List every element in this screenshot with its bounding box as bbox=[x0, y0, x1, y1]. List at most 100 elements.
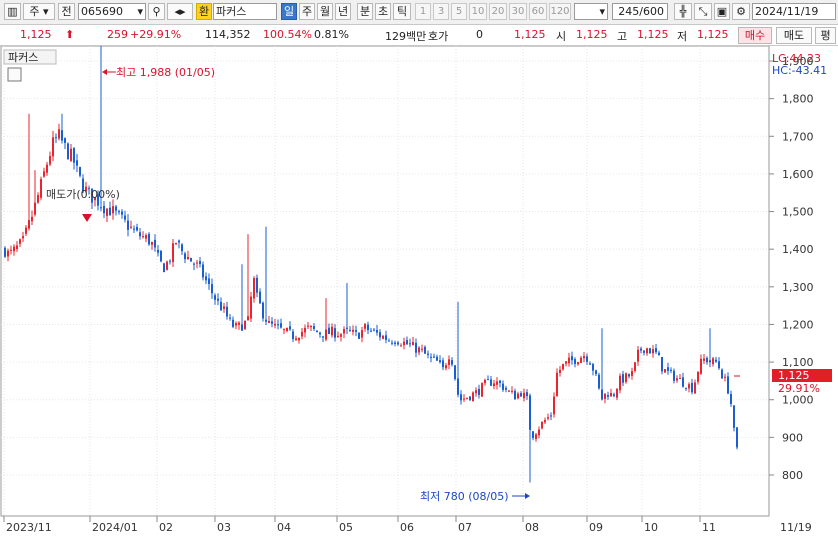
minute-120[interactable]: 120 bbox=[549, 3, 571, 20]
y-tick-label: 1,500 bbox=[782, 206, 814, 219]
candle-body bbox=[559, 369, 561, 373]
chart-title: 파커스 bbox=[8, 51, 38, 64]
candle-body bbox=[547, 417, 549, 419]
candle-body bbox=[187, 256, 189, 260]
candle-body bbox=[277, 324, 279, 326]
candle-body bbox=[25, 227, 27, 234]
search-icon[interactable]: ⚲ bbox=[148, 3, 165, 20]
candle-body bbox=[109, 207, 111, 216]
candle-body bbox=[367, 324, 369, 331]
candle-body bbox=[163, 263, 165, 273]
candle-body bbox=[292, 331, 294, 340]
crosshair-icon[interactable]: ⤡ bbox=[694, 3, 712, 20]
stock-name-field[interactable]: 파커스 bbox=[213, 3, 277, 20]
candle-body bbox=[508, 390, 510, 392]
candle-body bbox=[568, 357, 570, 364]
candle-body bbox=[328, 327, 330, 335]
period-day[interactable]: 일 bbox=[281, 3, 297, 20]
candle-body bbox=[298, 337, 300, 341]
candle-body bbox=[721, 369, 723, 379]
chart-background bbox=[0, 46, 838, 539]
candle-body bbox=[52, 137, 54, 157]
minute-5[interactable]: 5 bbox=[451, 3, 467, 20]
candle-body bbox=[511, 390, 513, 392]
candle-body bbox=[595, 370, 597, 374]
x-tick-label: 04 bbox=[277, 521, 291, 534]
candle-body bbox=[73, 148, 75, 163]
minute-20[interactable]: 20 bbox=[489, 3, 507, 20]
period-tick[interactable]: 틱 bbox=[393, 3, 411, 20]
candle-body bbox=[649, 348, 651, 354]
x-tick-label: 05 bbox=[339, 521, 353, 534]
layout-icon[interactable]: ▥ bbox=[4, 3, 21, 20]
candle-body bbox=[385, 335, 387, 340]
candle-body bbox=[121, 211, 123, 215]
candle-body bbox=[49, 156, 51, 165]
candle-body bbox=[706, 358, 708, 363]
minute-60[interactable]: 60 bbox=[529, 3, 547, 20]
candle-body bbox=[283, 329, 285, 331]
candle-body bbox=[406, 340, 408, 345]
candle-body bbox=[370, 330, 372, 332]
candle-body bbox=[619, 375, 621, 391]
candle-body bbox=[253, 278, 255, 299]
candle-body bbox=[463, 398, 465, 400]
candle-body bbox=[592, 363, 594, 371]
candle-type-icon[interactable]: ╬ bbox=[674, 3, 692, 20]
minute-3[interactable]: 3 bbox=[433, 3, 449, 20]
candle-body bbox=[214, 295, 216, 300]
trade-amount: 129백만 bbox=[385, 30, 427, 43]
candle-body bbox=[487, 379, 489, 381]
buy-button[interactable]: 매수 bbox=[738, 27, 772, 44]
eval-button[interactable]: 평 bbox=[815, 27, 836, 44]
candle-body bbox=[100, 207, 102, 209]
candle-body bbox=[124, 215, 126, 220]
sell-button[interactable]: 매도 bbox=[776, 27, 812, 44]
candle-body bbox=[7, 250, 9, 257]
period-month[interactable]: 월 bbox=[317, 3, 333, 20]
date-field[interactable]: 2024/11/19 bbox=[752, 3, 836, 20]
x-tick-label: 11/19 bbox=[780, 521, 812, 534]
candle-body bbox=[673, 370, 675, 381]
candle-body bbox=[520, 393, 522, 397]
period-year[interactable]: 년 bbox=[335, 3, 351, 20]
prev-button[interactable]: 전 bbox=[58, 3, 75, 20]
candle-body bbox=[265, 319, 267, 322]
candle-body bbox=[553, 396, 555, 415]
exchange-badge[interactable]: 환 bbox=[196, 3, 212, 20]
candle-body bbox=[631, 371, 633, 376]
save-icon[interactable]: ▣ bbox=[714, 3, 730, 20]
x-tick-label: 06 bbox=[400, 521, 414, 534]
period-week[interactable]: 주 bbox=[299, 3, 315, 20]
minute-1[interactable]: 1 bbox=[415, 3, 431, 20]
indicator-toggle-icon[interactable] bbox=[7, 67, 22, 82]
candle-body bbox=[334, 328, 336, 338]
candle-body bbox=[430, 356, 432, 358]
minute-10[interactable]: 10 bbox=[469, 3, 487, 20]
y-tick-label: 1,400 bbox=[782, 243, 814, 256]
candle-body bbox=[307, 325, 309, 327]
minute-30[interactable]: 30 bbox=[509, 3, 527, 20]
candle-body bbox=[271, 321, 273, 324]
period-second[interactable]: 초 bbox=[375, 3, 391, 20]
candle-body bbox=[64, 138, 66, 143]
candle-body bbox=[259, 291, 261, 304]
candle-body bbox=[718, 361, 720, 369]
candle-body bbox=[169, 260, 171, 262]
candle-body bbox=[535, 434, 537, 440]
period-minute[interactable]: 분 bbox=[357, 3, 373, 20]
minute-custom-select[interactable]: ▾ bbox=[574, 3, 608, 20]
code-input[interactable]: 065690 ▾ bbox=[78, 3, 146, 20]
gear-icon[interactable]: ⚙ bbox=[732, 3, 750, 20]
candle-body bbox=[670, 369, 672, 371]
market-select[interactable]: 주 ▾ bbox=[23, 3, 55, 20]
count-field[interactable]: 245/600 bbox=[612, 3, 668, 20]
sound-icon[interactable]: ◂▸ bbox=[167, 3, 193, 20]
candle-body bbox=[574, 359, 576, 364]
y-tick-label: 800 bbox=[782, 469, 803, 482]
price-chart[interactable]: 1,9001,8001,7001,6001,5001,4001,3001,200… bbox=[0, 46, 838, 539]
candle-body bbox=[136, 226, 138, 231]
candle-body bbox=[184, 253, 186, 260]
candle-body bbox=[436, 356, 438, 361]
candle-body bbox=[148, 233, 150, 245]
